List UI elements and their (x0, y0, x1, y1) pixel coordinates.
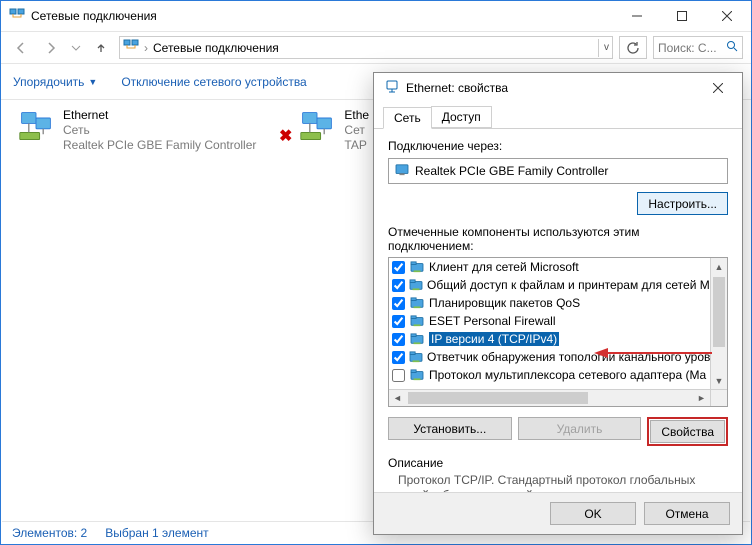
connect-via-label: Подключение через: (388, 139, 728, 153)
breadcrumb-icon (123, 38, 139, 57)
dialog-title: Ethernet: свойства (406, 81, 508, 95)
minimize-button[interactable] (614, 2, 659, 30)
item-title: Ethernet (63, 108, 256, 123)
component-label: Общий доступ к файлам и принтерам для се… (427, 278, 712, 292)
scroll-down-arrow[interactable]: ▼ (711, 372, 727, 389)
network-item-ethernet[interactable]: Ethernet Сеть Realtek PCIe GBE Family Co… (17, 108, 267, 153)
nav-back-button[interactable] (9, 36, 33, 60)
component-label: Планировщик пакетов QoS (429, 296, 580, 310)
item-title: Ethe (344, 108, 369, 123)
maximize-button[interactable] (659, 2, 704, 30)
ethernet-icon (384, 79, 400, 98)
item-device: TAP (344, 138, 369, 153)
description-title: Описание (388, 456, 728, 470)
adapter-icon (395, 164, 409, 179)
component-row[interactable]: Клиент для сетей Microsoft (389, 258, 710, 276)
nav-up-button[interactable] (89, 36, 113, 60)
component-label: Ответчик обнаружения топологии канальног… (427, 350, 710, 364)
dialog-tabs: Сеть Доступ (374, 103, 742, 129)
search-icon (726, 40, 738, 55)
component-label: ESET Personal Firewall (429, 314, 556, 328)
ethernet-properties-dialog: Ethernet: свойства Сеть Доступ Подключен… (373, 72, 743, 535)
nav-forward-button[interactable] (39, 36, 63, 60)
component-row[interactable]: Протокол мультиплексора сетевого адаптер… (389, 366, 710, 384)
network-adapter-icon (17, 108, 55, 146)
close-button[interactable] (704, 2, 749, 30)
address-bar: › Сетевые подключения v Поиск: С... (1, 31, 751, 64)
component-row[interactable]: ESET Personal Firewall (389, 312, 710, 330)
organize-menu[interactable]: Упорядочить ▼ (13, 75, 97, 89)
component-row[interactable]: Ответчик обнаружения топологии канальног… (389, 348, 710, 366)
component-checkbox[interactable] (392, 279, 405, 292)
component-checkbox[interactable] (392, 297, 405, 310)
configure-button[interactable]: Настроить... (637, 192, 728, 215)
network-item-tap[interactable]: ✖ Ethe Сет TAP (287, 108, 387, 153)
components-list: Клиент для сетей Microsoft Общий доступ к… (388, 257, 728, 407)
nav-recent-button[interactable] (69, 36, 83, 60)
chevron-down-icon[interactable]: v (604, 42, 609, 53)
breadcrumb-text: Сетевые подключения (153, 41, 279, 55)
component-checkbox[interactable] (392, 261, 405, 274)
horizontal-scrollbar[interactable]: ◄ ► (389, 389, 710, 406)
adapter-box[interactable]: Realtek PCIe GBE Family Controller (388, 158, 728, 184)
uninstall-button: Удалить (518, 417, 642, 440)
properties-button[interactable]: Свойства (650, 420, 725, 443)
component-checkbox[interactable] (392, 351, 405, 364)
component-row[interactable]: Общий доступ к файлам и принтерам для се… (389, 276, 710, 294)
adapter-name: Realtek PCIe GBE Family Controller (415, 164, 608, 178)
refresh-button[interactable] (619, 36, 647, 59)
component-icon (409, 314, 425, 328)
window-title: Сетевые подключения (31, 9, 157, 23)
app-icon (9, 7, 25, 26)
dialog-footer: OK Отмена (374, 492, 742, 534)
ok-button[interactable]: OK (550, 502, 636, 525)
search-input[interactable]: Поиск: С... (653, 36, 743, 59)
component-icon (409, 260, 425, 274)
component-icon (409, 332, 425, 346)
component-icon (409, 350, 423, 364)
disable-device-button[interactable]: Отключение сетевого устройства (121, 75, 306, 89)
breadcrumb-box[interactable]: › Сетевые подключения v (119, 36, 613, 59)
status-selected: Выбран 1 элемент (105, 526, 208, 540)
components-label: Отмеченные компоненты используются этим … (388, 225, 728, 253)
component-label: Клиент для сетей Microsoft (429, 260, 579, 274)
component-row[interactable]: Планировщик пакетов QoS (389, 294, 710, 312)
component-label: IP версии 4 (TCP/IPv4) (429, 332, 559, 346)
component-icon (409, 296, 425, 310)
scroll-right-arrow[interactable]: ► (693, 390, 710, 406)
component-checkbox[interactable] (392, 315, 405, 328)
disabled-x-icon: ✖ (279, 126, 292, 171)
item-status: Сет (344, 123, 369, 138)
titlebar: Сетевые подключения (1, 1, 751, 31)
status-elements: Элементов: 2 (12, 526, 87, 540)
dialog-close-button[interactable] (700, 75, 736, 101)
scroll-left-arrow[interactable]: ◄ (389, 390, 406, 406)
cancel-button[interactable]: Отмена (644, 502, 730, 525)
component-label: Протокол мультиплексора сетевого адаптер… (429, 368, 706, 382)
dialog-titlebar: Ethernet: свойства (374, 73, 742, 103)
component-checkbox[interactable] (392, 333, 405, 346)
component-icon (409, 368, 425, 382)
properties-highlight: Свойства (647, 417, 728, 446)
scroll-corner (710, 389, 727, 406)
search-placeholder: Поиск: С... (658, 41, 722, 55)
scroll-thumb-h[interactable] (408, 392, 588, 404)
tab-network[interactable]: Сеть (383, 107, 432, 129)
scroll-thumb[interactable] (713, 277, 725, 347)
item-device: Realtek PCIe GBE Family Controller (63, 138, 256, 153)
scroll-up-arrow[interactable]: ▲ (711, 258, 727, 275)
component-icon (409, 278, 423, 292)
network-adapter-icon (298, 108, 336, 146)
item-status: Сеть (63, 123, 256, 138)
component-row[interactable]: IP версии 4 (TCP/IPv4) (389, 330, 710, 348)
tab-access[interactable]: Доступ (431, 106, 492, 128)
vertical-scrollbar[interactable]: ▲ ▼ (710, 258, 727, 389)
component-checkbox[interactable] (392, 369, 405, 382)
install-button[interactable]: Установить... (388, 417, 512, 440)
